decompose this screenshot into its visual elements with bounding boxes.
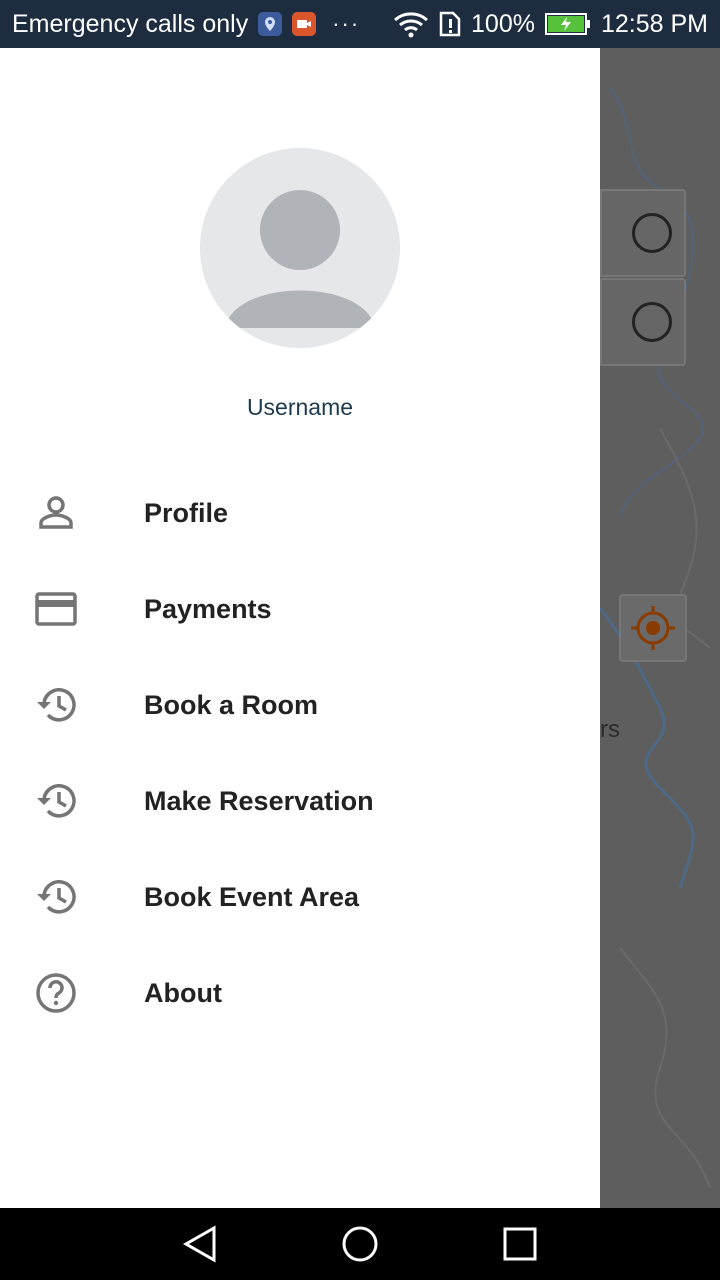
battery-percent: 100% — [471, 9, 535, 38]
system-nav-bar — [0, 1208, 720, 1280]
menu-item-payments[interactable]: Payments — [0, 561, 600, 657]
person-avatar-icon — [225, 190, 375, 328]
menu-item-label: Payments — [144, 593, 272, 624]
menu-item-profile[interactable]: Profile — [0, 465, 600, 561]
menu-item-label: Book a Room — [144, 689, 319, 720]
map-layer-option-2[interactable] — [600, 278, 686, 366]
username-label: Username — [246, 394, 354, 420]
map-layer-option-1[interactable] — [600, 189, 686, 277]
menu-item-label: About — [144, 977, 222, 1008]
menu-item-about[interactable]: About — [0, 945, 600, 1041]
map-place-label: rs — [600, 716, 620, 743]
radio-icon[interactable] — [632, 302, 672, 342]
menu-item-label: Book Event Area — [144, 881, 360, 912]
help-circle-icon — [32, 969, 80, 1017]
menu-item-book-a-room[interactable]: Book a Room — [0, 657, 600, 753]
drawer-menu: Profile Payments Book a Room Make Reserv… — [0, 465, 600, 1041]
my-location-button[interactable] — [619, 594, 687, 662]
menu-item-make-reservation[interactable]: Make Reservation — [0, 753, 600, 849]
menu-item-label: Make Reservation — [144, 785, 374, 816]
history-icon — [32, 681, 80, 729]
credit-card-icon — [32, 585, 80, 633]
location-icon — [258, 12, 283, 36]
history-icon — [32, 873, 80, 921]
avatar[interactable] — [200, 148, 400, 348]
carrier-text: Emergency calls only — [12, 9, 249, 38]
sim-alert-icon — [439, 11, 461, 37]
history-icon — [32, 777, 80, 825]
menu-item-label: Profile — [144, 497, 229, 528]
wifi-icon — [393, 10, 429, 38]
home-icon[interactable] — [340, 1224, 380, 1264]
more-dots-icon: ··· — [332, 11, 361, 36]
recorder-icon — [292, 12, 317, 36]
back-icon[interactable] — [180, 1224, 220, 1264]
crosshair-icon — [631, 606, 675, 650]
radio-icon[interactable] — [632, 213, 672, 253]
battery-icon — [544, 12, 591, 36]
status-bar: Emergency calls only ··· 100% 12:58 PM — [0, 0, 720, 48]
navigation-drawer: Username Profile Payments Book a Room Ma… — [0, 48, 600, 1208]
recents-icon[interactable] — [500, 1224, 540, 1264]
clock: 12:58 PM — [600, 9, 708, 38]
menu-item-book-event-area[interactable]: Book Event Area — [0, 849, 600, 945]
person-icon — [32, 489, 80, 537]
